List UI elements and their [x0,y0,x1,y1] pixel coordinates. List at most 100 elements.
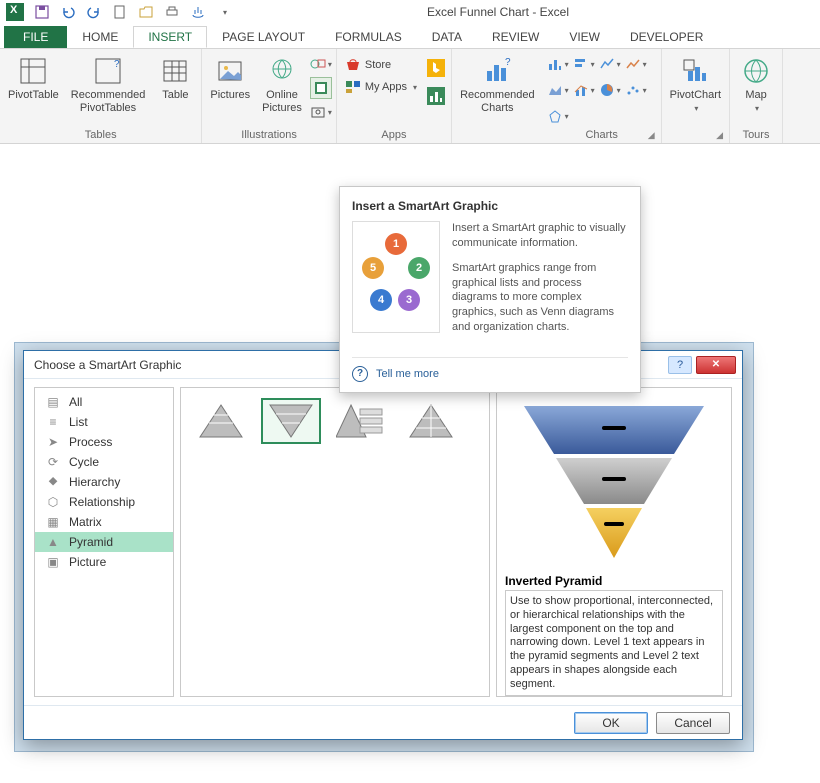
category-matrix-icon: ▦ [45,515,61,529]
scatter-chart-icon[interactable] [625,79,647,101]
tab-developer[interactable]: DEVELOPER [615,26,718,48]
tab-home[interactable]: HOME [67,26,133,48]
category-hierarchy-label: Hierarchy [69,475,120,489]
my-apps-button[interactable]: My Apps [341,79,421,95]
category-process[interactable]: ➤ Process [35,432,173,452]
dialog-close-button[interactable]: ✕ [696,356,736,374]
ribbon-group-pivotchart: PivotChart ◢ [662,49,730,143]
online-pictures-icon [266,55,298,87]
tab-page-layout[interactable]: PAGE LAYOUT [207,26,320,48]
tab-view[interactable]: VIEW [554,26,615,48]
quick-print-icon[interactable] [164,4,180,20]
smartart-gallery [180,387,490,697]
store-label: Store [365,59,391,71]
store-icon [345,58,361,72]
tooltip-paragraph-1: Insert a SmartArt graphic to visually co… [452,221,628,251]
stock-chart-icon[interactable] [599,53,621,75]
thumb-pyramid-list[interactable] [331,398,391,444]
dialog-help-button[interactable]: ? [668,356,692,374]
group-label-tours: Tours [734,128,778,143]
category-relationship[interactable]: ⬡ Relationship [35,492,173,512]
pictures-button[interactable]: Pictures [206,53,254,104]
category-process-label: Process [69,435,112,449]
people-graph-icon[interactable] [425,85,447,107]
category-matrix[interactable]: ▦Matrix [35,512,173,532]
map-icon [740,55,772,87]
ribbon-group-apps: Store My Apps Apps [337,49,452,143]
table-label: Table [162,89,188,102]
category-cycle-icon: ⟳ [45,455,61,469]
tab-insert[interactable]: INSERT [133,26,207,48]
screenshot-icon[interactable] [310,101,332,123]
category-process-icon: ➤ [45,435,61,449]
category-pyramid[interactable]: ▲Pyramid [35,532,173,552]
radar-chart-icon[interactable] [547,106,569,128]
redo-icon[interactable] [86,4,102,20]
pivottable-button[interactable]: PivotTable [4,53,63,104]
cancel-button[interactable]: Cancel [656,712,730,734]
window-title: Excel Funnel Chart - Excel [242,5,814,19]
my-apps-icon [345,80,361,94]
new-icon[interactable] [112,4,128,20]
category-picture-icon: ▣ [45,555,61,569]
pie-chart-icon[interactable] [599,79,621,101]
tooltip-preview-image: 1 2 3 4 5 [352,221,440,333]
category-picture[interactable]: ▣Picture [35,552,173,572]
tab-file[interactable]: FILE [4,26,67,48]
save-icon[interactable] [34,4,50,20]
preview-description: Use to show proportional, interconnected… [505,590,723,696]
table-button[interactable]: Table [153,53,197,104]
category-all[interactable]: ▤ All [35,392,173,412]
group-label-illustrations: Illustrations [206,128,332,143]
category-hierarchy[interactable]: ⯁ Hierarchy [35,472,173,492]
group-label-tables: Tables [4,128,197,143]
category-relationship-label: Relationship [69,495,135,509]
thumb-inverted-pyramid[interactable] [261,398,321,444]
ok-button[interactable]: OK [574,712,648,734]
category-all-icon: ▤ [45,395,61,409]
charts-launcher-icon[interactable]: ◢ [648,130,655,141]
thumb-basic-pyramid[interactable] [191,398,251,444]
undo-icon[interactable] [60,4,76,20]
cycle-node-1: 1 [385,233,407,255]
shapes-icon[interactable] [310,53,332,75]
tell-me-more-link[interactable]: ? Tell me more [352,357,628,382]
online-pictures-button[interactable]: Online Pictures [258,53,306,116]
ribbon-group-tables: PivotTable ? Recommended PivotTables Tab… [0,49,202,143]
category-hierarchy-icon: ⯁ [45,475,61,489]
map-button[interactable]: Map [734,53,778,115]
tab-formulas[interactable]: FORMULAS [320,26,417,48]
category-relationship-icon: ⬡ [45,495,61,509]
category-cycle[interactable]: ⟳Cycle [35,452,173,472]
pivottable-icon [17,55,49,87]
map-label: Map [745,89,766,102]
thumb-segmented-pyramid[interactable] [401,398,461,444]
recommended-pivottables-button[interactable]: ? Recommended PivotTables [67,53,150,116]
ribbon: PivotTable ? Recommended PivotTables Tab… [0,48,820,144]
bar-chart-icon[interactable] [573,53,595,75]
category-all-label: All [69,395,82,409]
online-pictures-label: Online Pictures [262,89,302,114]
smartart-icon[interactable] [310,77,332,99]
pivotchart-launcher-icon[interactable]: ◢ [716,130,723,141]
customize-qat-icon[interactable] [216,4,232,20]
tooltip-paragraph-2: SmartArt graphics range from graphical l… [452,261,628,335]
preview-graphic [505,396,723,570]
tooltip-text: Insert a SmartArt graphic to visually co… [452,221,628,345]
tab-data[interactable]: DATA [417,26,477,48]
touch-mode-icon[interactable] [190,4,206,20]
open-icon[interactable] [138,4,154,20]
bing-maps-icon[interactable] [425,57,447,79]
category-list[interactable]: ≡List [35,412,173,432]
area-chart-icon[interactable] [547,79,569,101]
pivotchart-button[interactable]: PivotChart [666,53,725,115]
smartart-dialog: Choose a SmartArt Graphic ? ✕ ▤All ≡List… [23,350,743,740]
combo-chart-icon[interactable] [573,79,595,101]
recommended-charts-button[interactable]: ? Recommended Charts [456,53,539,116]
line-chart-icon[interactable] [625,53,647,75]
store-button[interactable]: Store [341,57,421,73]
tab-review[interactable]: REVIEW [477,26,554,48]
column-chart-icon[interactable] [547,53,569,75]
svg-text:?: ? [505,57,511,68]
category-pyramid-icon: ▲ [45,535,61,549]
